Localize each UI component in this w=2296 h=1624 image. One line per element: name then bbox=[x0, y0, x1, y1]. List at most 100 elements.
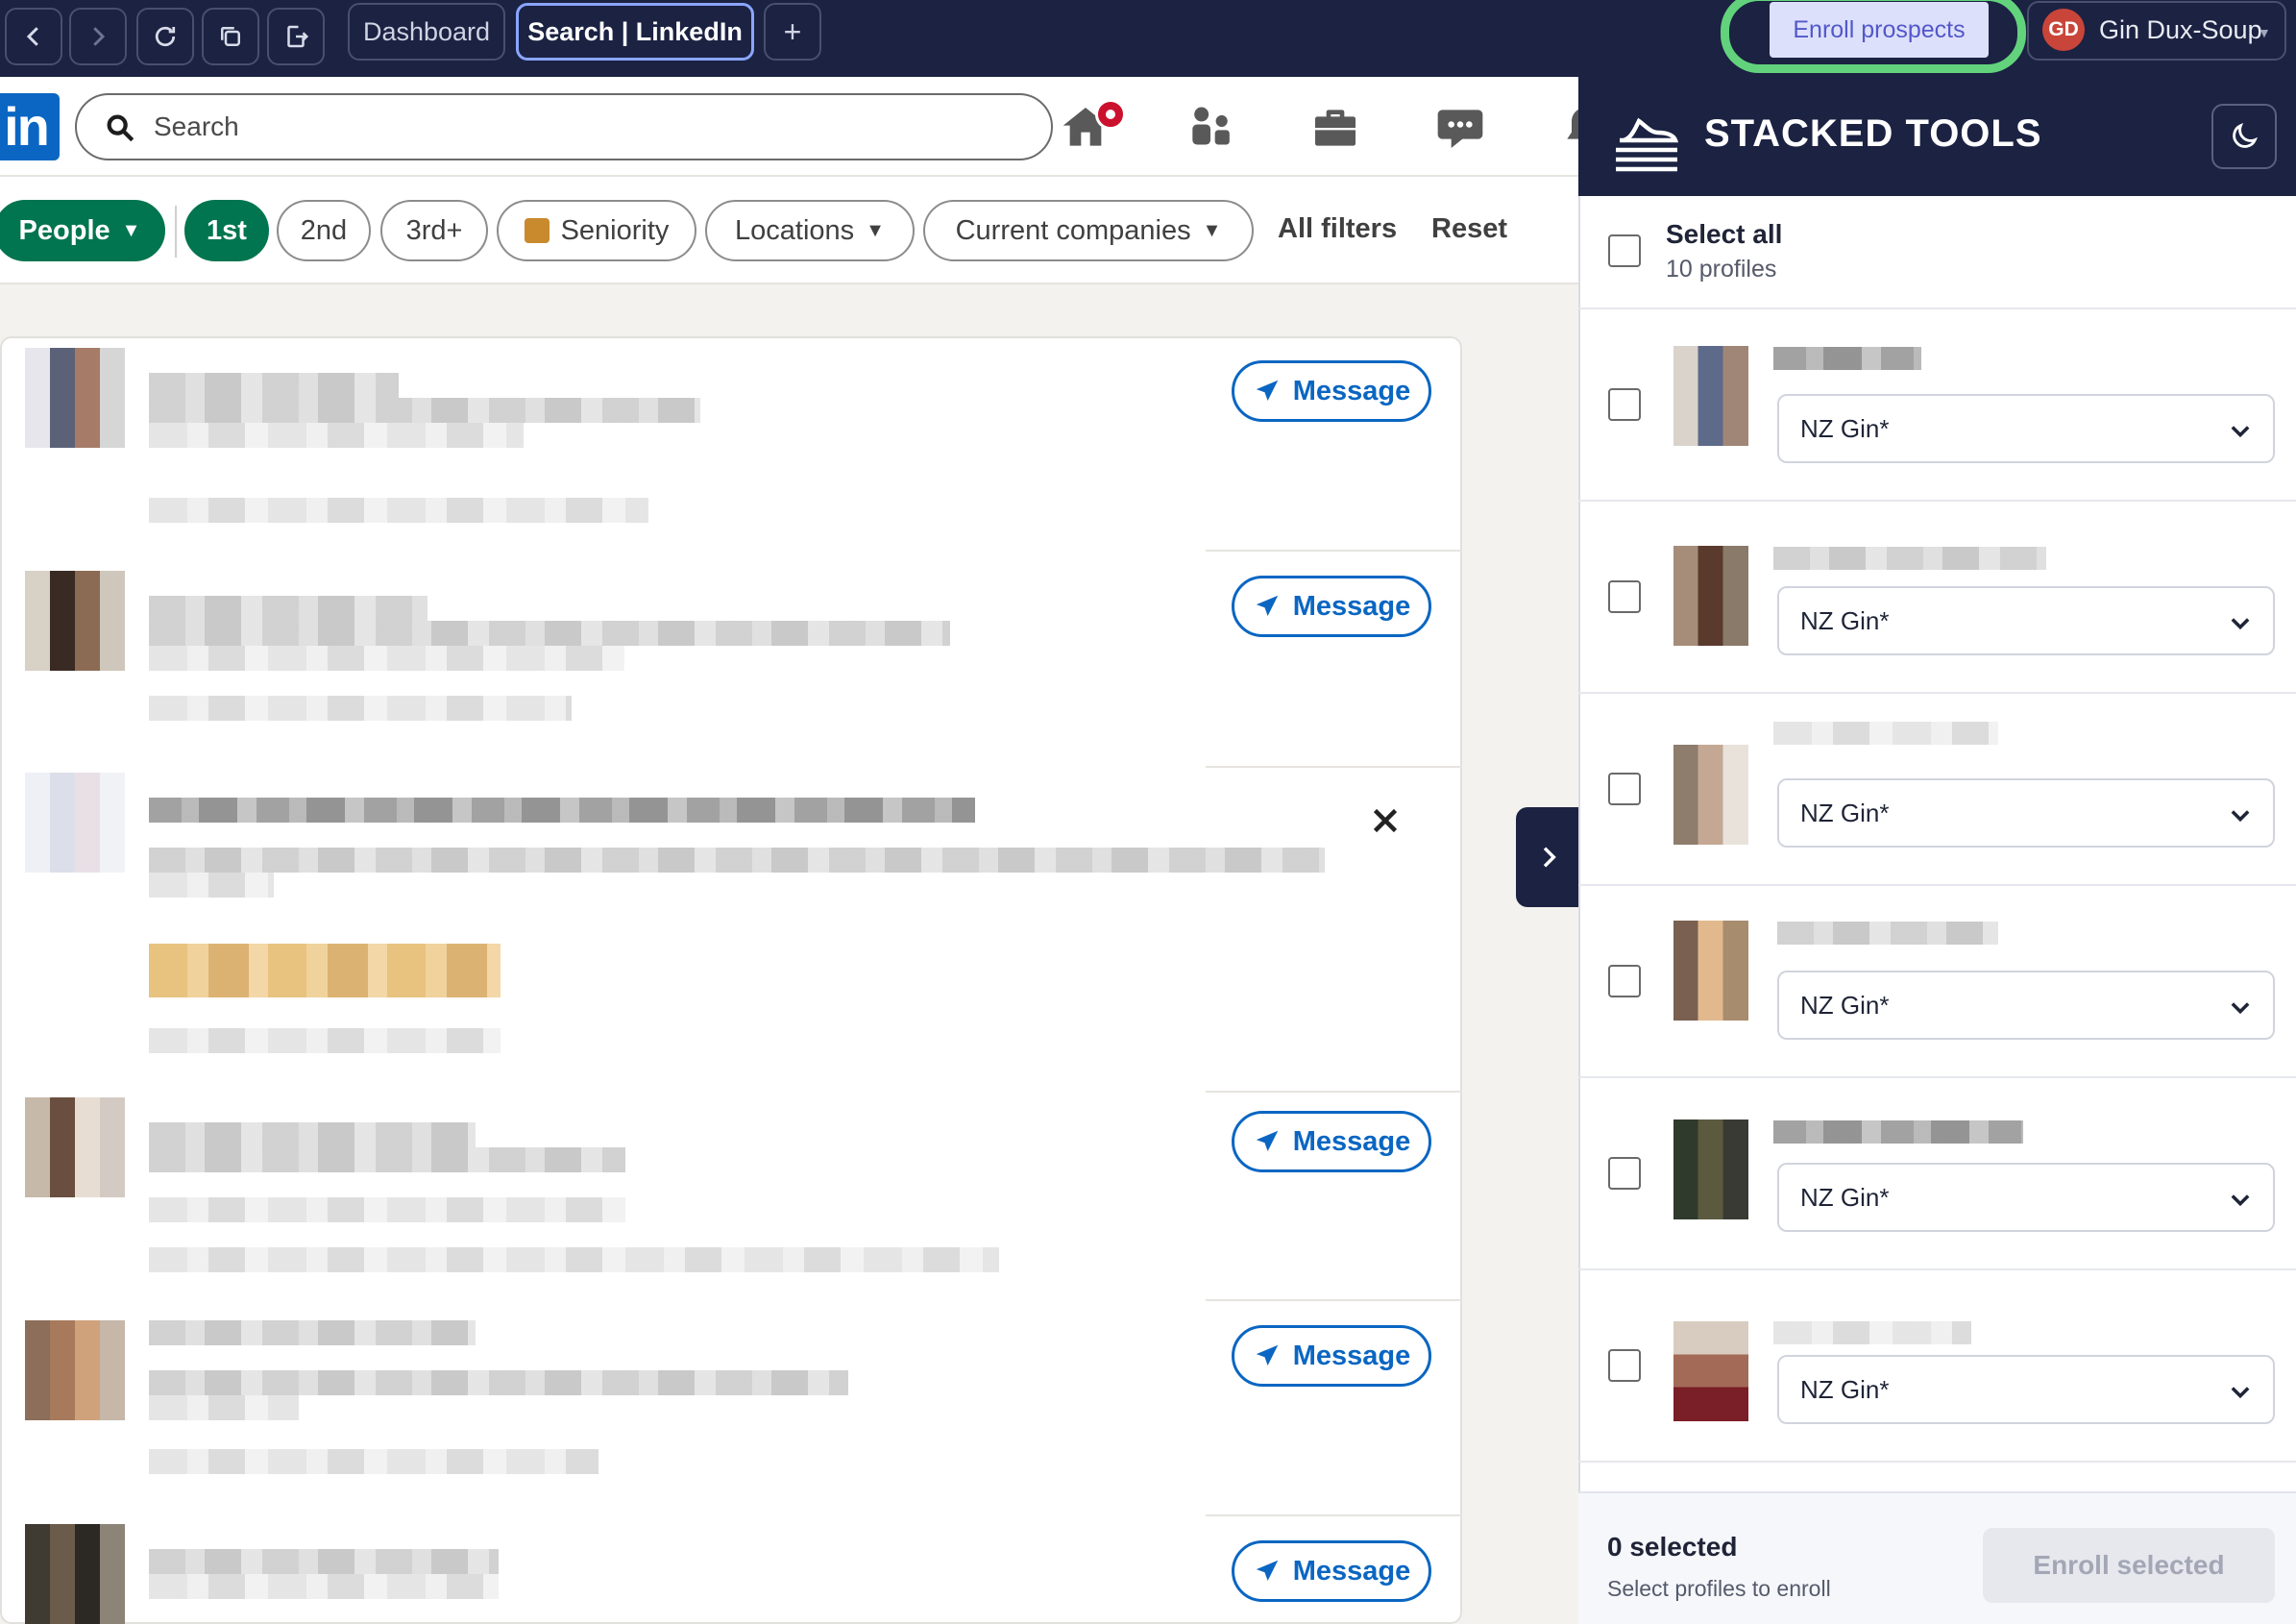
profile-name bbox=[1773, 347, 1921, 370]
message-label: Message bbox=[1292, 1555, 1411, 1587]
message-button[interactable]: Message bbox=[1232, 1325, 1431, 1387]
filter-3rd[interactable]: 3rd+ bbox=[380, 200, 488, 261]
reload-button[interactable] bbox=[136, 8, 194, 65]
row-divider bbox=[1206, 1299, 1462, 1301]
moon-icon bbox=[2233, 122, 2259, 148]
chevron-right-icon bbox=[1543, 847, 1556, 868]
profile-checkbox[interactable] bbox=[1608, 1349, 1641, 1382]
theme-toggle-button[interactable] bbox=[2211, 104, 2277, 169]
caret-down-icon: ▼ bbox=[121, 219, 141, 241]
tab-search-linkedin[interactable]: Search | LinkedIn bbox=[516, 3, 754, 61]
filter-2nd[interactable]: 2nd bbox=[277, 200, 371, 261]
result-avatar bbox=[25, 1097, 125, 1197]
result-mutual bbox=[149, 696, 572, 721]
profile-checkbox[interactable] bbox=[1608, 773, 1641, 805]
result-location bbox=[149, 1395, 299, 1420]
export-icon bbox=[287, 25, 309, 48]
network-icon[interactable] bbox=[1184, 101, 1237, 155]
selected-count: 0 selected bbox=[1607, 1532, 1738, 1562]
profile-checkbox[interactable] bbox=[1608, 965, 1641, 997]
chevron-down-icon bbox=[2231, 1002, 2250, 1015]
collapse-panel-button[interactable] bbox=[1516, 807, 1580, 907]
message-button[interactable]: Message bbox=[1232, 1540, 1431, 1602]
result-headline bbox=[149, 1147, 625, 1172]
send-icon bbox=[1256, 380, 1278, 401]
sequence-select[interactable]: NZ Gin* bbox=[1777, 586, 2275, 655]
caret-down-icon: ▼ bbox=[2258, 25, 2271, 40]
result-headline bbox=[149, 1370, 848, 1395]
open-external-button[interactable] bbox=[267, 8, 325, 65]
result-location bbox=[149, 1197, 625, 1222]
locations-filter[interactable]: Locations ▼ bbox=[705, 200, 915, 261]
forward-button[interactable] bbox=[69, 8, 127, 65]
message-button[interactable]: Message bbox=[1232, 576, 1431, 637]
panel-title: STACKED TOOLS bbox=[1704, 112, 2042, 155]
profile-avatar bbox=[1673, 1321, 1748, 1421]
user-name: Gin Dux-Soup bbox=[2099, 15, 2262, 44]
sequence-value: NZ Gin* bbox=[1800, 798, 1890, 827]
message-label: Message bbox=[1292, 375, 1411, 406]
result-headline bbox=[149, 398, 700, 423]
tab-dashboard[interactable]: Dashboard bbox=[348, 3, 505, 61]
result-avatar bbox=[25, 348, 125, 448]
result-name bbox=[149, 1549, 499, 1574]
linkedin-logo[interactable]: in bbox=[0, 93, 60, 160]
chevron-down-icon bbox=[2231, 1387, 2250, 1399]
new-tab-button[interactable]: + bbox=[764, 3, 821, 61]
stacked-tools-logo-icon bbox=[1616, 117, 1679, 172]
result-name bbox=[149, 798, 975, 823]
seniority-filter[interactable]: Seniority bbox=[497, 200, 696, 261]
message-button[interactable]: Message bbox=[1232, 360, 1431, 422]
result-location bbox=[149, 423, 524, 448]
sequence-select[interactable]: NZ Gin* bbox=[1777, 1355, 2275, 1424]
enroll-selected-button[interactable]: Enroll selected bbox=[1983, 1528, 2275, 1603]
profile-avatar bbox=[1673, 1120, 1748, 1219]
sequence-select[interactable]: NZ Gin* bbox=[1777, 394, 2275, 463]
reset-button[interactable]: Reset bbox=[1431, 213, 1507, 245]
sequence-value: NZ Gin* bbox=[1800, 1182, 1890, 1212]
seniority-label: Seniority bbox=[560, 214, 670, 246]
messaging-icon[interactable] bbox=[1433, 101, 1487, 155]
search-input[interactable] bbox=[154, 106, 1018, 148]
sequence-select[interactable]: NZ Gin* bbox=[1777, 1163, 2275, 1232]
message-button[interactable]: Message bbox=[1232, 1111, 1431, 1172]
profile-checkbox[interactable] bbox=[1608, 1157, 1641, 1190]
message-label: Message bbox=[1292, 1125, 1411, 1157]
sequence-select[interactable]: NZ Gin* bbox=[1777, 971, 2275, 1040]
result-name bbox=[149, 373, 399, 398]
result-name bbox=[149, 596, 427, 621]
close-icon[interactable] bbox=[1368, 803, 1403, 838]
selected-help-text: Select profiles to enroll bbox=[1607, 1576, 1831, 1601]
sequence-value: NZ Gin* bbox=[1800, 990, 1890, 1020]
profile-checkbox[interactable] bbox=[1608, 388, 1641, 421]
caret-down-icon: ▼ bbox=[1202, 219, 1222, 241]
row-divider bbox=[1206, 1091, 1462, 1093]
enroll-prospects-button[interactable]: Enroll prospects bbox=[1770, 2, 1989, 58]
companies-label: Current companies bbox=[955, 214, 1191, 246]
companies-filter[interactable]: Current companies ▼ bbox=[923, 200, 1254, 261]
profile-checkbox[interactable] bbox=[1608, 580, 1641, 613]
profile-name bbox=[1773, 1321, 1971, 1344]
result-avatar bbox=[25, 1320, 125, 1420]
all-filters-button[interactable]: All filters bbox=[1278, 213, 1397, 245]
filter-1st[interactable]: 1st bbox=[184, 200, 269, 261]
locations-label: Locations bbox=[735, 214, 855, 246]
result-mutual bbox=[149, 1028, 501, 1053]
profile-name bbox=[1773, 722, 1998, 745]
people-filter[interactable]: People ▼ bbox=[0, 200, 165, 261]
seniority-icon bbox=[524, 218, 550, 243]
copy-icon bbox=[221, 27, 240, 46]
result-name bbox=[149, 1320, 476, 1345]
back-button[interactable] bbox=[5, 8, 62, 65]
profile-avatar bbox=[1673, 745, 1748, 845]
row-divider bbox=[1206, 1514, 1462, 1516]
send-icon bbox=[1256, 595, 1278, 616]
duplicate-button[interactable] bbox=[202, 8, 259, 65]
jobs-icon[interactable] bbox=[1308, 101, 1362, 155]
chevron-down-icon bbox=[2231, 810, 2250, 823]
select-all-label: Select all bbox=[1666, 219, 1783, 249]
send-icon bbox=[1256, 1344, 1278, 1366]
select-all-checkbox[interactable] bbox=[1608, 234, 1641, 267]
sequence-select[interactable]: NZ Gin* bbox=[1777, 778, 2275, 848]
profile-count: 10 profiles bbox=[1666, 256, 1777, 283]
